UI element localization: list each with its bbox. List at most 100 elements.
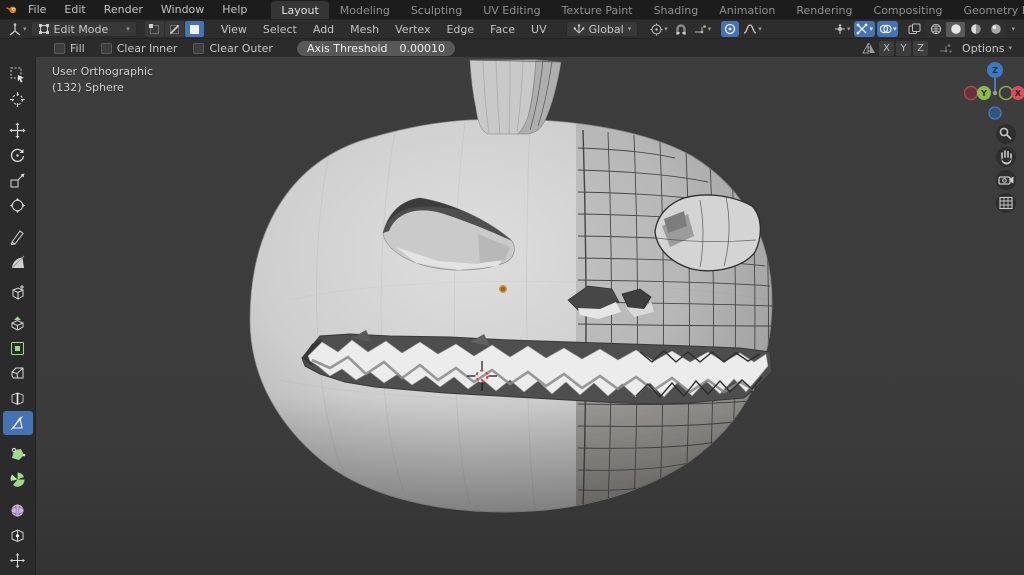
proportional-edit-toggle[interactable] bbox=[721, 21, 739, 37]
overlays-toggle[interactable]: ▾ bbox=[877, 21, 899, 37]
shading-solid-button[interactable] bbox=[946, 22, 965, 37]
menu-view[interactable]: View bbox=[214, 21, 254, 38]
tool-bisect[interactable] bbox=[3, 411, 33, 435]
chevron-down-icon: ▾ bbox=[23, 26, 27, 33]
menu-help[interactable]: Help bbox=[214, 1, 255, 18]
fill-checkbox[interactable] bbox=[54, 43, 65, 54]
menu-edge[interactable]: Edge bbox=[439, 21, 481, 38]
ortho-grid-button[interactable] bbox=[996, 193, 1016, 213]
orientation-dropdown[interactable]: Global ▾ bbox=[566, 21, 639, 37]
menu-window[interactable]: Window bbox=[153, 1, 212, 18]
vertex-select-button[interactable] bbox=[145, 21, 164, 37]
tab-layout[interactable]: Layout bbox=[271, 1, 328, 19]
editor-type-selector[interactable]: ▾ bbox=[6, 21, 29, 37]
tab-geometry-nodes[interactable]: Geometry Nodes bbox=[953, 1, 1024, 19]
tool-cursor[interactable] bbox=[3, 87, 33, 111]
xray-toggle[interactable] bbox=[905, 21, 923, 37]
object-origin-dot bbox=[500, 286, 506, 292]
tool-add-cube[interactable] bbox=[3, 280, 33, 304]
tool-select-box[interactable] bbox=[3, 62, 33, 86]
tab-uv-editing[interactable]: UV Editing bbox=[473, 1, 550, 19]
pan-hand-button[interactable] bbox=[996, 147, 1016, 167]
tool-poly-build[interactable] bbox=[3, 442, 33, 466]
orientation-label: Global bbox=[589, 23, 624, 36]
tab-compositing[interactable]: Compositing bbox=[864, 1, 953, 19]
tool-spin[interactable] bbox=[3, 467, 33, 491]
snap-target-dropdown[interactable]: ▾ bbox=[692, 21, 714, 37]
mirror-z-button[interactable]: Z bbox=[913, 41, 928, 56]
falloff-curve-dropdown[interactable]: ▾ bbox=[741, 21, 764, 37]
tool-inset-faces[interactable] bbox=[3, 336, 33, 360]
menu-mesh[interactable]: Mesh bbox=[343, 21, 386, 38]
tool-loop-cut[interactable] bbox=[3, 386, 33, 410]
show-gizmo-dropdown[interactable]: ▾ bbox=[832, 21, 853, 37]
axis-threshold-value: 0.00010 bbox=[399, 42, 445, 55]
snap-magnet-icon[interactable] bbox=[672, 21, 690, 37]
blender-logo-icon[interactable] bbox=[6, 4, 18, 16]
tab-modeling[interactable]: Modeling bbox=[330, 1, 400, 19]
edge-select-button[interactable] bbox=[165, 21, 184, 37]
zoom-button[interactable] bbox=[996, 124, 1016, 144]
nose-holes[interactable] bbox=[568, 286, 654, 319]
tool-settings-bar: Fill Clear Inner Clear Outer Axis Thresh… bbox=[0, 38, 1024, 57]
tool-edge-slide[interactable] bbox=[3, 523, 33, 547]
left-toolbar bbox=[0, 57, 36, 575]
gizmo-axis-z-negative[interactable] bbox=[989, 107, 1001, 119]
tool-extrude-region[interactable] bbox=[3, 311, 33, 335]
shading-rendered-button[interactable] bbox=[986, 22, 1005, 37]
clear-outer-checkbox-group: Clear Outer bbox=[193, 42, 273, 55]
menu-file[interactable]: File bbox=[20, 1, 54, 18]
menu-vertex[interactable]: Vertex bbox=[388, 21, 437, 38]
tool-shrink-fatten[interactable] bbox=[3, 548, 33, 572]
clear-inner-checkbox[interactable] bbox=[101, 43, 112, 54]
shading-material-button[interactable] bbox=[966, 22, 985, 37]
axis-threshold-slider[interactable]: Axis Threshold 0.00010 bbox=[297, 41, 455, 56]
tool-transform[interactable] bbox=[3, 193, 33, 217]
clear-outer-checkbox[interactable] bbox=[193, 43, 204, 54]
clear-inner-label: Clear Inner bbox=[117, 42, 178, 55]
tab-texture-paint[interactable]: Texture Paint bbox=[552, 1, 643, 19]
pivot-point-dropdown[interactable]: ▾ bbox=[648, 21, 670, 37]
mirror-y-button[interactable]: Y bbox=[896, 41, 911, 56]
topbar: File Edit Render Window Help Layout Mode… bbox=[0, 0, 1024, 19]
mirror-x-button[interactable]: X bbox=[879, 41, 894, 56]
axis-threshold-label: Axis Threshold bbox=[307, 42, 388, 55]
menu-face[interactable]: Face bbox=[483, 21, 522, 38]
tab-shading[interactable]: Shading bbox=[644, 1, 709, 19]
tab-rendering[interactable]: Rendering bbox=[786, 1, 862, 19]
tool-scale[interactable] bbox=[3, 168, 33, 192]
tool-smooth[interactable] bbox=[3, 498, 33, 522]
tool-bevel[interactable] bbox=[3, 361, 33, 385]
shading-wireframe-button[interactable] bbox=[926, 22, 945, 37]
menu-add[interactable]: Add bbox=[306, 21, 341, 38]
mirror-icon bbox=[861, 42, 877, 54]
menu-render[interactable]: Render bbox=[96, 1, 151, 18]
gizmo-axis-x-negative[interactable] bbox=[965, 87, 978, 100]
mode-dropdown[interactable]: Edit Mode ▾ bbox=[31, 21, 137, 37]
main-area: User Orthographic (132) Sphere bbox=[0, 57, 1024, 575]
options-dropdown[interactable]: Options ▾ bbox=[956, 40, 1018, 56]
viewport-3d[interactable]: User Orthographic (132) Sphere bbox=[36, 57, 1024, 575]
fill-checkbox-group: Fill bbox=[54, 42, 85, 55]
navigation-gizmo[interactable]: Z Y X bbox=[965, 62, 1024, 119]
menu-select[interactable]: Select bbox=[256, 21, 304, 38]
menu-uv[interactable]: UV bbox=[524, 21, 554, 38]
face-select-button[interactable] bbox=[185, 21, 204, 37]
edit-mode-icon bbox=[38, 23, 50, 35]
tool-move[interactable] bbox=[3, 118, 33, 142]
snap-toggle-icon[interactable] bbox=[936, 42, 954, 54]
gizmo-x-label: X bbox=[1015, 89, 1022, 98]
scene-canvas[interactable]: Z Y X bbox=[36, 57, 1024, 575]
pumpkin-model[interactable] bbox=[250, 60, 776, 520]
gizmo-axis-y-negative[interactable] bbox=[1000, 87, 1013, 100]
camera-view-button[interactable] bbox=[996, 170, 1016, 190]
tool-annotate[interactable] bbox=[3, 224, 33, 248]
gizmos-toggle[interactable]: ▾ bbox=[854, 21, 875, 37]
menu-edit[interactable]: Edit bbox=[56, 1, 93, 18]
tool-rotate[interactable] bbox=[3, 143, 33, 167]
tab-animation[interactable]: Animation bbox=[709, 1, 785, 19]
tab-sculpting[interactable]: Sculpting bbox=[401, 1, 472, 19]
right-eye[interactable] bbox=[655, 195, 760, 271]
shading-dropdown[interactable]: ▾ bbox=[1008, 26, 1018, 33]
tool-measure[interactable] bbox=[3, 249, 33, 273]
